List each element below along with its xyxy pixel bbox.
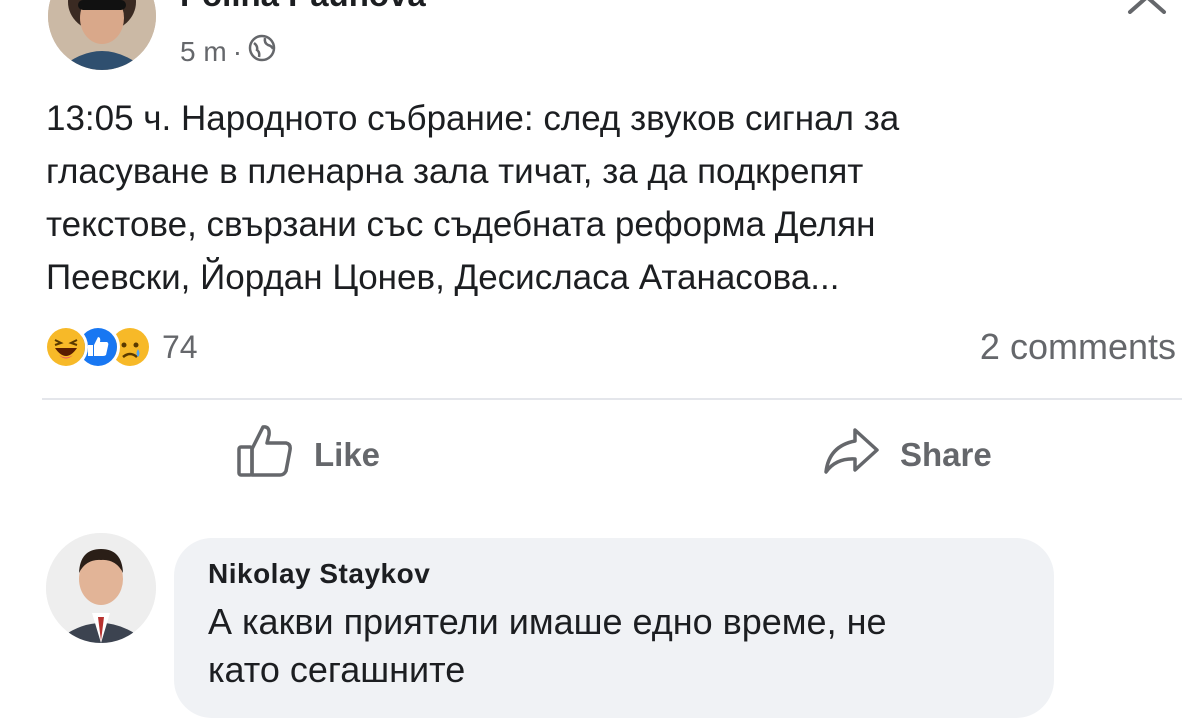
haha-icon — [44, 325, 88, 369]
post-meta: 5 m · — [180, 34, 276, 69]
post-text-line: 13:05 ч. Народното събрание: след звуков… — [46, 99, 900, 138]
post-text: 13:05 ч. Народното събрание: след звуков… — [46, 92, 1166, 304]
post-text-line: текстове, свързани със съдебната реформа… — [46, 205, 876, 244]
comment-text: А какви приятели имаше едно време, не ка… — [208, 598, 1048, 694]
section-divider — [0, 508, 1200, 516]
comment-text-line: А какви приятели имаше едно време, не — [208, 601, 887, 642]
reactions-count[interactable]: 74 — [162, 329, 198, 366]
post-timestamp[interactable]: 5 m — [180, 36, 227, 68]
like-label: Like — [314, 436, 381, 473]
meta-separator: · — [232, 35, 243, 67]
comment-text-line: като сегашните — [208, 649, 466, 690]
commenter-avatar[interactable] — [46, 533, 156, 643]
comments-count-link[interactable]: 2 comments — [980, 326, 1176, 368]
divider — [42, 398, 1182, 400]
share-label: Share — [900, 436, 992, 473]
thumbs-up-icon — [236, 423, 294, 487]
close-icon[interactable] — [1124, 0, 1170, 14]
author-name[interactable]: Polina Paunova — [180, 0, 426, 14]
share-arrow-icon — [822, 426, 880, 484]
reactions-summary[interactable]: 74 — [44, 324, 198, 370]
commenter-name[interactable]: Nikolay Staykov — [208, 558, 430, 590]
like-button[interactable]: Like — [236, 422, 380, 488]
author-avatar[interactable] — [48, 0, 156, 70]
globe-icon — [248, 34, 276, 69]
post-text-line: гласуване в пленарна зала тичат, за да п… — [46, 152, 864, 191]
post-text-line: Пеевски, Йордан Цонев, Десисласа Атанасо… — [46, 258, 840, 297]
share-button[interactable]: Share — [822, 422, 992, 488]
